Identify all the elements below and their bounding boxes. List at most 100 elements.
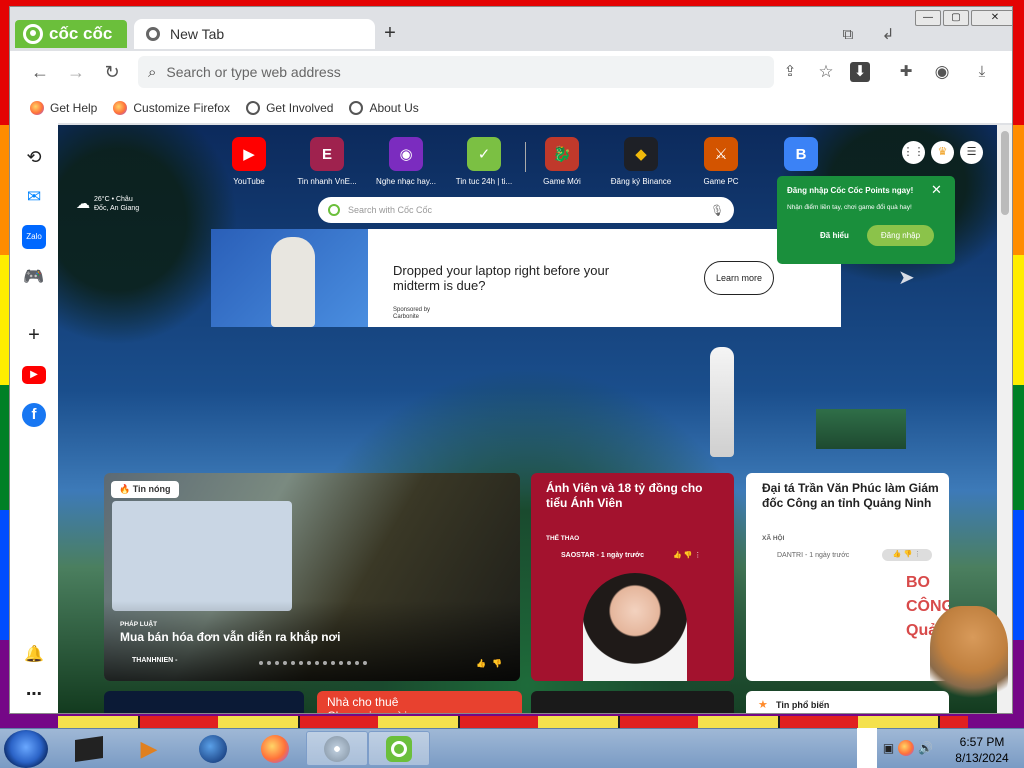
taskbar-media-player[interactable]: ▶	[118, 731, 180, 766]
more-options-icon[interactable]: ⋯	[22, 683, 46, 707]
dislike-icon[interactable]: 👎	[492, 659, 502, 668]
shortcut-label: Tin tuc 24h | ti...	[455, 177, 513, 186]
shortcut-binance[interactable]: ◆ Đăng ký Binance	[601, 137, 681, 186]
taskbar-cmd[interactable]	[58, 731, 120, 766]
address-bar-placeholder: Search or type web address	[166, 64, 341, 80]
extensions-icon[interactable]: ✚	[894, 60, 918, 84]
statue	[710, 347, 734, 457]
news-card-bottom-1[interactable]	[104, 691, 304, 713]
login-button[interactable]: Đăng nhập	[866, 225, 935, 246]
tab-title: New Tab	[170, 26, 225, 42]
minimize-button[interactable]: —	[915, 10, 941, 26]
shortcut-bun-sale[interactable]: B	[761, 137, 841, 177]
close-popup-icon[interactable]: ✕	[931, 182, 942, 198]
popup-title: Đăng nhập Cốc Cốc Points ngay!	[787, 186, 914, 195]
shortcut-game-moi[interactable]: 🐉 Game Mới	[522, 137, 602, 186]
scrollbar-thumb[interactable]	[1001, 131, 1009, 215]
shortcut-music[interactable]: ◉ Nghe nhạc hay...	[366, 137, 446, 186]
screen-share-icon[interactable]: ⧉	[836, 23, 860, 47]
youtube-icon[interactable]: ▶	[22, 366, 46, 384]
firefox-icon	[113, 101, 128, 115]
history-icon[interactable]: ⟲	[22, 145, 46, 169]
news-category: THỂ THAO	[546, 535, 580, 542]
tab-new-tab[interactable]: New Tab	[134, 19, 375, 49]
close-window-button[interactable]: ✕	[971, 10, 1012, 26]
news-card-rental-ad[interactable]: Nhà cho thuê Cho mọi người	[317, 691, 522, 713]
forward-icon[interactable]: →	[64, 60, 88, 84]
network-icon[interactable]: ▣	[883, 741, 894, 755]
news-card-bottom-3[interactable]	[531, 691, 734, 713]
reaction-icons[interactable]: 👍 👎 ⋮	[673, 551, 701, 559]
reaction-icons[interactable]: 👍 👎 ⋮	[882, 549, 932, 561]
reload-icon[interactable]: ↻	[100, 60, 124, 84]
new-tab-page: ▶ YouTube E Tin nhanh VnE... ◉ Nghe nhạc ha…	[58, 125, 997, 713]
tab-bar: cốc cốc New Tab + ⧉ ↲ — ▢ ✕	[10, 7, 1012, 51]
ad-image	[211, 229, 368, 327]
microphone-icon[interactable]: 🎙	[710, 204, 724, 217]
learn-more-button[interactable]: Learn more	[704, 261, 774, 295]
dismiss-button[interactable]: Đã hiểu	[820, 231, 849, 240]
back-arrow-icon[interactable]: ↲	[876, 23, 900, 47]
bookmark-customize-firefox[interactable]: Customize Firefox	[113, 101, 230, 115]
sword-game-icon: ⚔	[704, 137, 738, 171]
settings-sliders-icon[interactable]: ☰	[960, 141, 983, 164]
coccoc-brand[interactable]: cốc cốc	[15, 20, 127, 48]
news-card-society[interactable]: Đại tá Trần Văn Phúc làm Giám đốc Công a…	[746, 473, 949, 681]
maximize-button[interactable]: ▢	[943, 10, 969, 26]
sponsored-ad[interactable]: Dropped your laptop right before your mi…	[211, 229, 841, 327]
hamster-desktop-pet[interactable]	[930, 606, 1008, 710]
address-bar[interactable]: ⌕ Search or type web address	[138, 56, 774, 88]
apps-grid-icon[interactable]: ⋮⋮	[902, 141, 925, 164]
taskbar-coccoc[interactable]	[368, 731, 430, 766]
bookmark-star-icon[interactable]: ☆	[814, 60, 838, 84]
taskbar-explorer[interactable]	[182, 731, 244, 766]
shortcut-news24h[interactable]: ✓ Tin tuc 24h | ti...	[444, 137, 524, 186]
add-icon[interactable]: +	[22, 323, 46, 347]
firefox-tray-icon[interactable]	[898, 740, 915, 756]
news-category: PHÁP LUẬT	[120, 621, 158, 628]
youtube-icon: ▶	[232, 137, 266, 171]
bookmark-get-involved[interactable]: Get Involved	[246, 101, 333, 115]
shortcut-game-pc[interactable]: ⚔ Game PC	[681, 137, 761, 186]
news-source: THANHNIEN -	[132, 657, 178, 664]
music-icon: ◉	[389, 137, 423, 171]
back-icon[interactable]: ←	[28, 60, 52, 84]
like-icon[interactable]: 👍	[476, 659, 486, 668]
hot-news-badge: 🔥 Tin nóng	[111, 481, 179, 498]
taskbar-disc-app[interactable]	[306, 731, 368, 766]
shortcut-youtube[interactable]: ▶ YouTube	[209, 137, 289, 186]
start-button[interactable]	[4, 730, 48, 768]
bookmark-label: Get Involved	[266, 101, 334, 115]
show-desktop-button[interactable]	[857, 728, 877, 768]
notification-bell-icon[interactable]: 🔔	[22, 643, 46, 667]
popup-description: Nhận điểm liền tay, chơi game đổi quà ha…	[787, 204, 912, 211]
taskbar-clock[interactable]: 6:57 PM 8/13/2024	[940, 734, 1024, 766]
downloads-tray-icon[interactable]: ⤓	[970, 60, 994, 84]
taskbar-firefox[interactable]	[244, 731, 306, 766]
carousel-dots[interactable]	[259, 661, 367, 665]
news-category: XÃ HỘI	[762, 535, 785, 542]
account-icon[interactable]: ◉	[930, 60, 954, 84]
weather-widget[interactable]: ☁ 26°C • Châu Đốc, An Giang	[76, 195, 139, 213]
news-card-sport[interactable]: Ánh Viên và 18 tỷ đồng cho tiểu Ánh Viên…	[531, 473, 734, 681]
volume-icon[interactable]: 🔊	[918, 741, 933, 755]
share-icon[interactable]: ⇪	[778, 60, 802, 84]
popular-news-card[interactable]: Tin phổ biến	[746, 691, 949, 713]
dragon-game-icon: 🐉	[545, 137, 579, 171]
shortcut-label: Đăng ký Binance	[610, 177, 672, 186]
facebook-icon[interactable]: f	[22, 403, 46, 427]
shortcut-vnexpress[interactable]: E Tin nhanh VnE...	[287, 137, 367, 186]
new-tab-button[interactable]: +	[378, 21, 402, 45]
vnexpress-icon: E	[310, 137, 344, 171]
game-controller-icon[interactable]: 🎮	[22, 265, 46, 289]
search-box[interactable]: Search with Cốc Cốc 🎙	[318, 197, 734, 223]
bookmark-get-help[interactable]: Get Help	[30, 101, 97, 115]
news-card-featured[interactable]: 🔥 Tin nóng PHÁP LUẬT Mua bán hóa đơn vẫn…	[104, 473, 520, 681]
sidebar: ⟲ ✉ Zalo 🎮 + ▶ f 🔔 ⋯	[10, 123, 58, 713]
crown-icon[interactable]: ♛	[931, 141, 954, 164]
bookmark-about-us[interactable]: About Us	[349, 101, 419, 115]
zalo-icon[interactable]: Zalo	[22, 225, 46, 249]
messenger-icon[interactable]: ✉	[22, 185, 46, 209]
download-icon[interactable]: ⬇	[850, 62, 870, 82]
weather-temp: 26°C • Châu	[94, 196, 133, 203]
